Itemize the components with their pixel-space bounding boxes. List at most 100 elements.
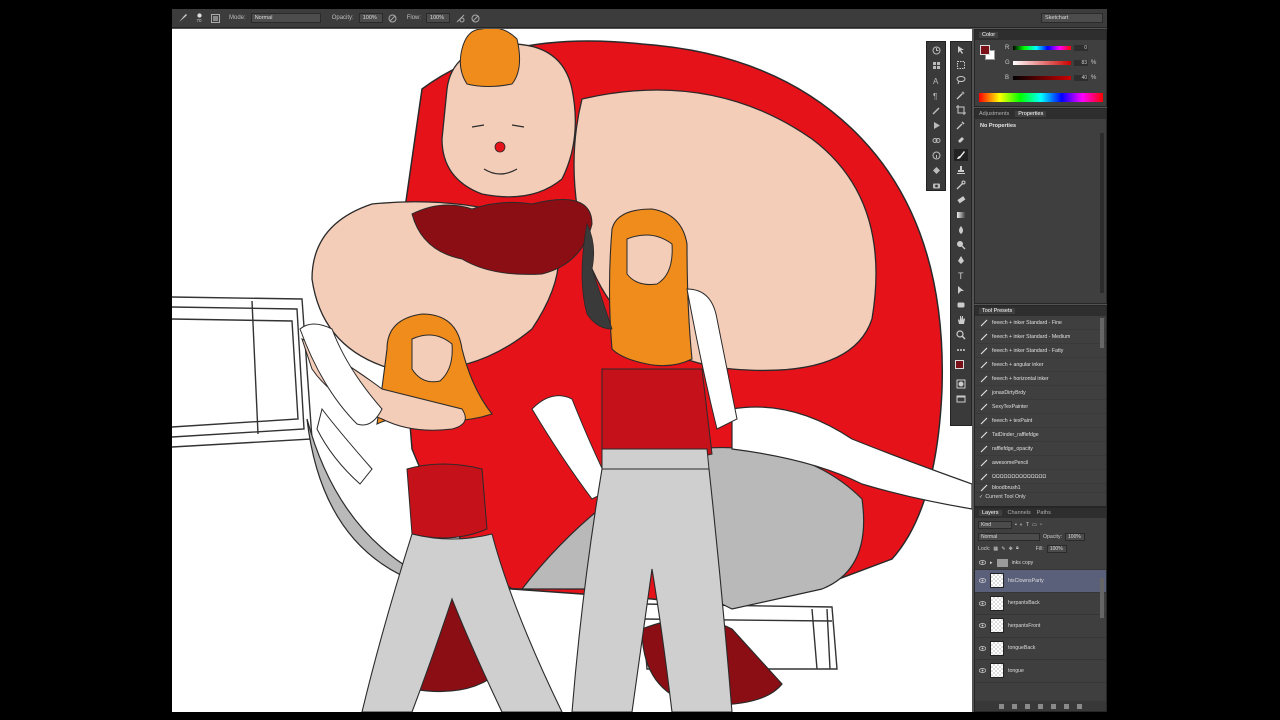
tool-preset-item[interactable]: feeech + inker Standard - Fine bbox=[975, 316, 1106, 330]
color-slider-b[interactable]: B 40 % bbox=[1005, 75, 1097, 81]
layer-row[interactable]: herpantsFront bbox=[975, 615, 1106, 638]
visibility-eye-icon[interactable] bbox=[979, 559, 986, 566]
blend-mode-select[interactable]: Normal bbox=[978, 532, 1040, 541]
color-slider-r[interactable]: R 0 bbox=[1005, 45, 1097, 51]
channel-g-value[interactable]: 83 bbox=[1074, 60, 1088, 66]
filter-smart-icon[interactable]: ▫ bbox=[1040, 522, 1042, 528]
color-spectrum-bar[interactable] bbox=[979, 93, 1103, 102]
tab-adjustments[interactable]: Adjustments bbox=[979, 111, 1009, 117]
marquee-tool-icon[interactable] bbox=[954, 59, 968, 71]
brush-preset-picker[interactable]: 70 bbox=[193, 13, 205, 23]
foreground-color-swatch[interactable] bbox=[980, 45, 990, 55]
clone-stamp-tool-icon[interactable] bbox=[954, 164, 968, 176]
filter-type-icon[interactable]: T bbox=[1026, 522, 1029, 528]
visibility-eye-icon[interactable] bbox=[979, 645, 986, 652]
move-tool-icon[interactable] bbox=[954, 44, 968, 56]
screen-mode-icon[interactable] bbox=[954, 393, 968, 405]
tool-preset-item[interactable]: bloodbrush1 bbox=[975, 484, 1106, 493]
current-tool-only-checkbox[interactable]: ✓ Current Tool Only bbox=[975, 493, 1106, 501]
layer-opacity-input[interactable]: 100% bbox=[1065, 532, 1086, 541]
lock-transparent-icon[interactable]: ▦ bbox=[993, 546, 998, 552]
channel-g-bar[interactable] bbox=[1013, 61, 1071, 65]
brush-panel-toggle-icon[interactable] bbox=[210, 13, 220, 23]
layer-row[interactable]: tongueBack bbox=[975, 638, 1106, 660]
swatches-icon[interactable] bbox=[929, 59, 943, 71]
camera-icon[interactable] bbox=[929, 179, 943, 191]
visibility-eye-icon[interactable] bbox=[979, 667, 986, 674]
tool-preset-item[interactable]: rafflefdge_opacity bbox=[975, 442, 1106, 456]
lock-pixels-icon[interactable]: ✎ bbox=[1001, 546, 1005, 552]
eyedropper-tool-icon[interactable] bbox=[954, 119, 968, 131]
expand-arrow-icon[interactable]: ▸ bbox=[990, 560, 993, 566]
lock-all-icon[interactable]: 🔒︎ bbox=[1016, 545, 1019, 552]
type-tool-icon[interactable]: T bbox=[954, 269, 968, 281]
new-group-icon[interactable] bbox=[1051, 703, 1056, 709]
tab-layers[interactable]: Layers bbox=[979, 510, 1002, 516]
visibility-eye-icon[interactable] bbox=[979, 577, 986, 584]
dodge-tool-icon[interactable] bbox=[954, 239, 968, 251]
pressure-size-icon[interactable] bbox=[470, 13, 480, 23]
shape-tool-icon[interactable] bbox=[954, 299, 968, 311]
info-icon[interactable] bbox=[929, 149, 943, 161]
tool-preset-item[interactable]: feeech + inker Standard - Medium bbox=[975, 330, 1106, 344]
tool-preset-item[interactable]: SexyTexPainter bbox=[975, 400, 1106, 414]
extra-tools-icon[interactable] bbox=[954, 344, 968, 356]
brush-tool-icon[interactable] bbox=[178, 13, 188, 23]
tool-preset-item[interactable]: feeech + angular inker bbox=[975, 358, 1106, 372]
add-mask-icon[interactable] bbox=[1025, 703, 1030, 709]
tool-preset-item[interactable]: feeech + texPaint bbox=[975, 414, 1106, 428]
pressure-opacity-icon[interactable] bbox=[388, 13, 398, 23]
blur-tool-icon[interactable] bbox=[954, 224, 968, 236]
tool-preset-item[interactable]: awesomePencil bbox=[975, 456, 1106, 470]
mode-select[interactable]: Normal bbox=[250, 13, 321, 23]
visibility-eye-icon[interactable] bbox=[979, 600, 986, 607]
tool-preset-item[interactable]: jonasDirtyBrdy bbox=[975, 386, 1106, 400]
paragraph-icon[interactable]: ¶ bbox=[929, 89, 943, 101]
crop-tool-icon[interactable] bbox=[954, 104, 968, 116]
lasso-tool-icon[interactable] bbox=[954, 74, 968, 86]
visibility-eye-icon[interactable] bbox=[979, 622, 986, 629]
new-adjustment-icon[interactable] bbox=[1038, 703, 1043, 709]
history-icon[interactable] bbox=[929, 44, 943, 56]
healing-brush-tool-icon[interactable] bbox=[954, 134, 968, 146]
properties-scrollbar[interactable] bbox=[1100, 133, 1104, 293]
actions-icon[interactable] bbox=[929, 119, 943, 131]
layer-row-group[interactable]: ▸ inks copy bbox=[975, 556, 1106, 570]
pen-tool-icon[interactable] bbox=[954, 254, 968, 266]
lock-position-icon[interactable]: ✥ bbox=[1009, 546, 1013, 552]
layers-scrollbar[interactable] bbox=[1100, 578, 1104, 618]
channel-b-bar[interactable] bbox=[1013, 76, 1071, 80]
layer-row[interactable]: herpantsBack bbox=[975, 593, 1106, 615]
filter-adjustment-icon[interactable]: ◐ bbox=[1020, 522, 1023, 528]
tool-preset-item[interactable]: ΩΩΩΩΩΩΩΩΩΩΩΩΩΩ bbox=[975, 470, 1106, 484]
brush-tool-icon[interactable] bbox=[954, 149, 968, 161]
layer-row[interactable]: tongue bbox=[975, 660, 1106, 683]
layer-kind-filter[interactable]: Kind bbox=[978, 520, 1012, 529]
delete-layer-icon[interactable] bbox=[1077, 703, 1082, 709]
channel-r-bar[interactable] bbox=[1013, 46, 1071, 50]
channel-r-value[interactable]: 0 bbox=[1074, 45, 1088, 51]
color-slider-g[interactable]: G 83 % bbox=[1005, 60, 1097, 66]
character-icon[interactable]: A bbox=[929, 74, 943, 86]
gradient-tool-icon[interactable] bbox=[954, 209, 968, 221]
zoom-tool-icon[interactable] bbox=[954, 329, 968, 341]
color-swatches-tool[interactable] bbox=[954, 359, 968, 375]
new-layer-icon[interactable] bbox=[1064, 703, 1069, 709]
eraser-tool-icon[interactable] bbox=[954, 194, 968, 206]
history-brush-tool-icon[interactable] bbox=[954, 179, 968, 191]
tab-tool-presets[interactable]: Tool Presets bbox=[979, 308, 1016, 314]
tab-properties[interactable]: Properties bbox=[1015, 111, 1047, 117]
tab-channels[interactable]: Channels bbox=[1008, 510, 1031, 516]
filter-pixel-icon[interactable]: ▪ bbox=[1015, 522, 1017, 528]
tool-preset-item[interactable]: TatDinder_rafflefdge bbox=[975, 428, 1106, 442]
navigator-icon[interactable] bbox=[929, 164, 943, 176]
tool-preset-item[interactable]: feeech + inker Standard - Fatty bbox=[975, 344, 1106, 358]
workspace-select[interactable]: Sketchart bbox=[1041, 13, 1103, 23]
airbrush-icon[interactable] bbox=[455, 13, 465, 23]
tool-preset-item[interactable]: feeech + horizontal inker bbox=[975, 372, 1106, 386]
layer-style-icon[interactable] bbox=[1012, 703, 1017, 709]
channel-b-value[interactable]: 40 bbox=[1074, 75, 1088, 81]
hand-tool-icon[interactable] bbox=[954, 314, 968, 326]
document-canvas[interactable] bbox=[172, 29, 972, 712]
path-selection-tool-icon[interactable] bbox=[954, 284, 968, 296]
